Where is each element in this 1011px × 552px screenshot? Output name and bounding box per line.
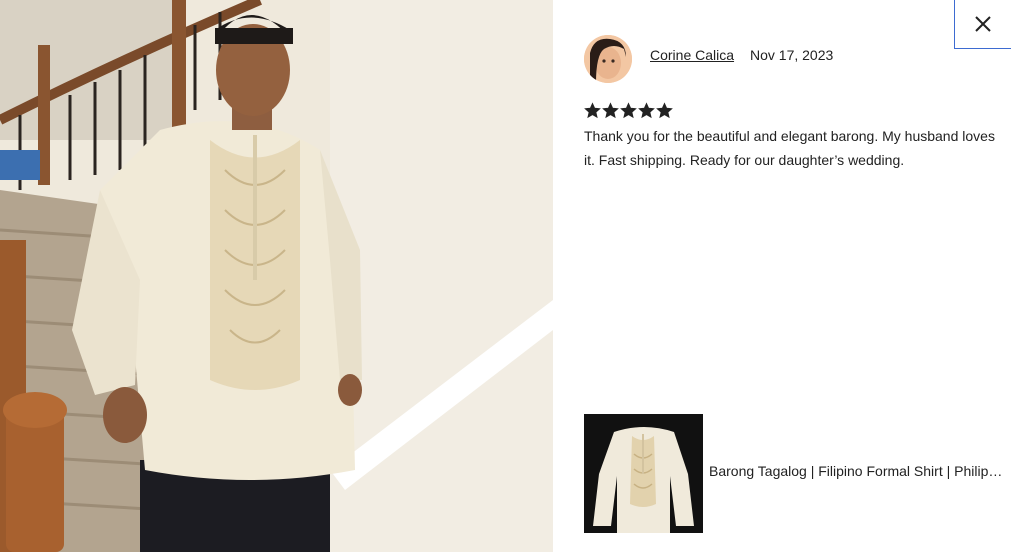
star-icon — [656, 102, 673, 119]
review-photo-illustration — [0, 0, 553, 552]
avatar-photo — [584, 35, 632, 83]
product-image — [584, 414, 703, 533]
star-rating — [584, 102, 673, 119]
product-title-link[interactable]: Barong Tagalog | Filipino Formal Shirt |… — [709, 463, 1007, 479]
review-photo — [0, 0, 553, 552]
avatar[interactable] — [584, 35, 632, 83]
review-text: Thank you for the beautiful and elegant … — [584, 128, 995, 168]
star-icon — [638, 102, 655, 119]
reviewer-name-link[interactable]: Corine Calica — [650, 47, 734, 63]
star-icon — [584, 102, 601, 119]
close-icon — [975, 16, 991, 32]
star-icon — [620, 102, 637, 119]
review-date: Nov 17, 2023 — [750, 47, 834, 63]
star-icon — [602, 102, 619, 119]
close-button[interactable] — [954, 0, 1011, 49]
product-thumbnail[interactable] — [584, 414, 703, 533]
